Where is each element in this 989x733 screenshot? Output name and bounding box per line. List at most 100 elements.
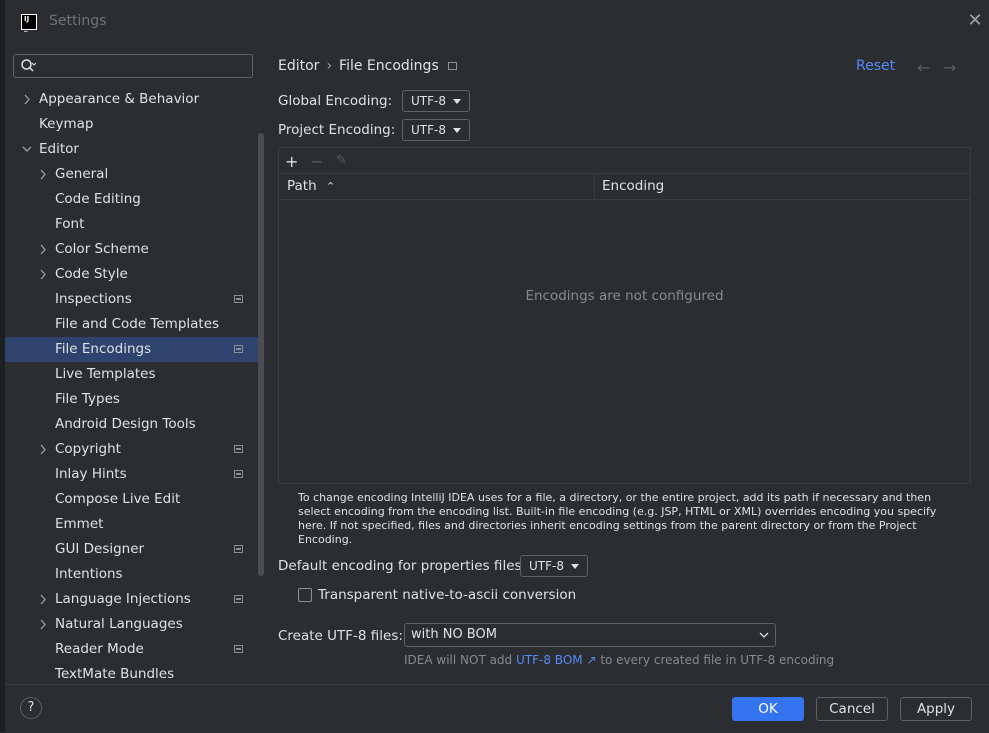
- back-arrow-icon[interactable]: ←: [917, 58, 930, 77]
- sidebar-item-label: File Encodings: [55, 341, 152, 357]
- sidebar-item-label: File Types: [55, 391, 120, 407]
- dialog-footer: ? OK Cancel Apply: [5, 684, 989, 733]
- sidebar-item-label: Reader Mode: [55, 641, 144, 657]
- sidebar-item-inlay-hints[interactable]: Inlay Hints: [5, 462, 261, 487]
- project-level-icon: [447, 62, 457, 70]
- sidebar-item-language-injections[interactable]: Language Injections: [5, 587, 261, 612]
- sidebar-item-emmet[interactable]: Emmet: [5, 512, 261, 537]
- sidebar-item-label: Inspections: [55, 291, 132, 307]
- create-utf8-label: Create UTF-8 files:: [278, 628, 403, 644]
- window-title: Settings: [49, 13, 107, 29]
- sidebar-item-intentions[interactable]: Intentions: [5, 562, 261, 587]
- help-button[interactable]: ?: [20, 697, 42, 719]
- chevron-down-icon: [759, 632, 769, 638]
- add-icon[interactable]: +: [285, 152, 298, 171]
- hint-prefix: IDEA will NOT add: [404, 653, 513, 667]
- hint-suffix: to every created file in UTF-8 encoding: [600, 653, 835, 667]
- chevron-right-icon[interactable]: [38, 262, 48, 287]
- remove-icon[interactable]: −: [310, 152, 323, 171]
- utf8-bom-link[interactable]: UTF-8 BOM ↗: [516, 653, 596, 667]
- sidebar-item-label: Copyright: [55, 441, 121, 457]
- sidebar-item-label: Color Scheme: [55, 241, 149, 257]
- sidebar-item-natural-languages[interactable]: Natural Languages: [5, 612, 261, 637]
- chevron-right-icon[interactable]: [38, 612, 48, 637]
- table-header: Path ⌃ Encoding: [279, 173, 970, 200]
- path-encoding-table: + − ✎ Path ⌃ Encoding Encodings are not …: [278, 147, 971, 484]
- search-input[interactable]: [13, 54, 253, 78]
- sidebar-item-label: General: [55, 166, 109, 182]
- breadcrumb-parent[interactable]: Editor: [278, 58, 319, 74]
- sidebar-item-label: Code Editing: [55, 191, 141, 207]
- sidebar-item-live-templates[interactable]: Live Templates: [5, 362, 261, 387]
- title-bar: IJ _ Settings ✕: [5, 0, 989, 44]
- sidebar-item-android-design-tools[interactable]: Android Design Tools: [5, 412, 261, 437]
- project-level-icon: [234, 645, 243, 653]
- project-level-icon: [234, 345, 243, 353]
- search-icon: [21, 59, 36, 72]
- sort-ascending-icon: ⌃: [325, 180, 336, 193]
- apply-button[interactable]: Apply: [900, 697, 972, 721]
- column-path-label: Path: [287, 178, 317, 194]
- forward-arrow-icon[interactable]: →: [943, 58, 956, 77]
- sidebar-item-font[interactable]: Font: [5, 212, 261, 237]
- sidebar-item-file-types[interactable]: File Types: [5, 387, 261, 412]
- sidebar-item-label: Android Design Tools: [55, 416, 196, 432]
- settings-sidebar: Appearance & Behavior Keymap Editor General…: [5, 44, 264, 684]
- chevron-down-icon: [453, 128, 461, 133]
- sidebar-item-appearance-behavior[interactable]: Appearance & Behavior: [5, 87, 261, 112]
- chevron-right-icon[interactable]: [38, 437, 48, 462]
- sidebar-item-label: Intentions: [55, 566, 123, 582]
- sidebar-item-file-encodings[interactable]: File Encodings: [5, 337, 261, 362]
- sidebar-item-label: Code Style: [55, 266, 128, 282]
- cancel-button[interactable]: Cancel: [816, 697, 888, 721]
- column-path[interactable]: Path ⌃: [287, 174, 587, 199]
- sidebar-item-label: Appearance & Behavior: [39, 91, 200, 107]
- chevron-right-icon[interactable]: [38, 237, 48, 262]
- chevron-right-icon[interactable]: [22, 87, 32, 112]
- sidebar-item-label: Font: [55, 216, 85, 232]
- intellij-logo-icon: IJ _: [21, 14, 37, 32]
- utf8-bom-select[interactable]: with NO BOM: [404, 623, 776, 647]
- sidebar-item-reader-mode[interactable]: Reader Mode: [5, 637, 261, 662]
- native-to-ascii-checkbox[interactable]: [298, 588, 312, 602]
- global-encoding-value: UTF-8: [411, 94, 446, 108]
- sidebar-item-code-style[interactable]: Code Style: [5, 262, 261, 287]
- global-encoding-select[interactable]: UTF-8: [402, 90, 470, 112]
- empty-table-text: Encodings are not configured: [525, 288, 724, 304]
- sidebar-item-label: Inlay Hints: [55, 466, 127, 482]
- native-to-ascii-label[interactable]: Transparent native-to-ascii conversion: [318, 587, 576, 603]
- properties-encoding-select[interactable]: UTF-8: [520, 555, 588, 577]
- project-encoding-label: Project Encoding:: [278, 122, 396, 138]
- global-encoding-label: Global Encoding:: [278, 93, 393, 109]
- chevron-right-icon[interactable]: [38, 162, 48, 187]
- column-divider: [594, 174, 595, 199]
- breadcrumb-current: File Encodings: [339, 58, 439, 74]
- properties-encoding-value: UTF-8: [529, 559, 564, 573]
- settings-window: IJ _ Settings ✕ Appearance & Behavior Keym…: [0, 0, 989, 732]
- sidebar-item-label: GUI Designer: [55, 541, 145, 557]
- sidebar-item-inspections[interactable]: Inspections: [5, 287, 261, 312]
- ok-button[interactable]: OK: [732, 697, 804, 721]
- sidebar-item-code-editing[interactable]: Code Editing: [5, 187, 261, 212]
- file-encodings-panel: Editor › File Encodings Reset ← → Global E…: [262, 44, 989, 684]
- sidebar-item-editor[interactable]: Editor: [5, 137, 261, 162]
- sidebar-item-file-and-code-templates[interactable]: File and Code Templates: [5, 312, 261, 337]
- reset-link[interactable]: Reset: [856, 58, 895, 74]
- chevron-down-icon[interactable]: [22, 137, 32, 162]
- project-level-icon: [234, 470, 243, 478]
- column-encoding[interactable]: Encoding: [602, 174, 962, 199]
- sidebar-item-color-scheme[interactable]: Color Scheme: [5, 237, 261, 262]
- sidebar-item-gui-designer[interactable]: GUI Designer: [5, 537, 261, 562]
- sidebar-item-label: Compose Live Edit: [55, 491, 181, 507]
- chevron-down-icon: [571, 564, 579, 569]
- sidebar-item-compose-live-edit[interactable]: Compose Live Edit: [5, 487, 261, 512]
- project-encoding-select[interactable]: UTF-8: [402, 119, 470, 141]
- edit-icon[interactable]: ✎: [336, 153, 347, 168]
- chevron-right-icon[interactable]: [38, 587, 48, 612]
- close-icon[interactable]: ✕: [966, 12, 984, 30]
- sidebar-item-label: Language Injections: [55, 591, 191, 607]
- sidebar-item-copyright[interactable]: Copyright: [5, 437, 261, 462]
- sidebar-item-keymap[interactable]: Keymap: [5, 112, 261, 137]
- sidebar-item-general[interactable]: General: [5, 162, 261, 187]
- sidebar-item-label: Editor: [39, 141, 79, 157]
